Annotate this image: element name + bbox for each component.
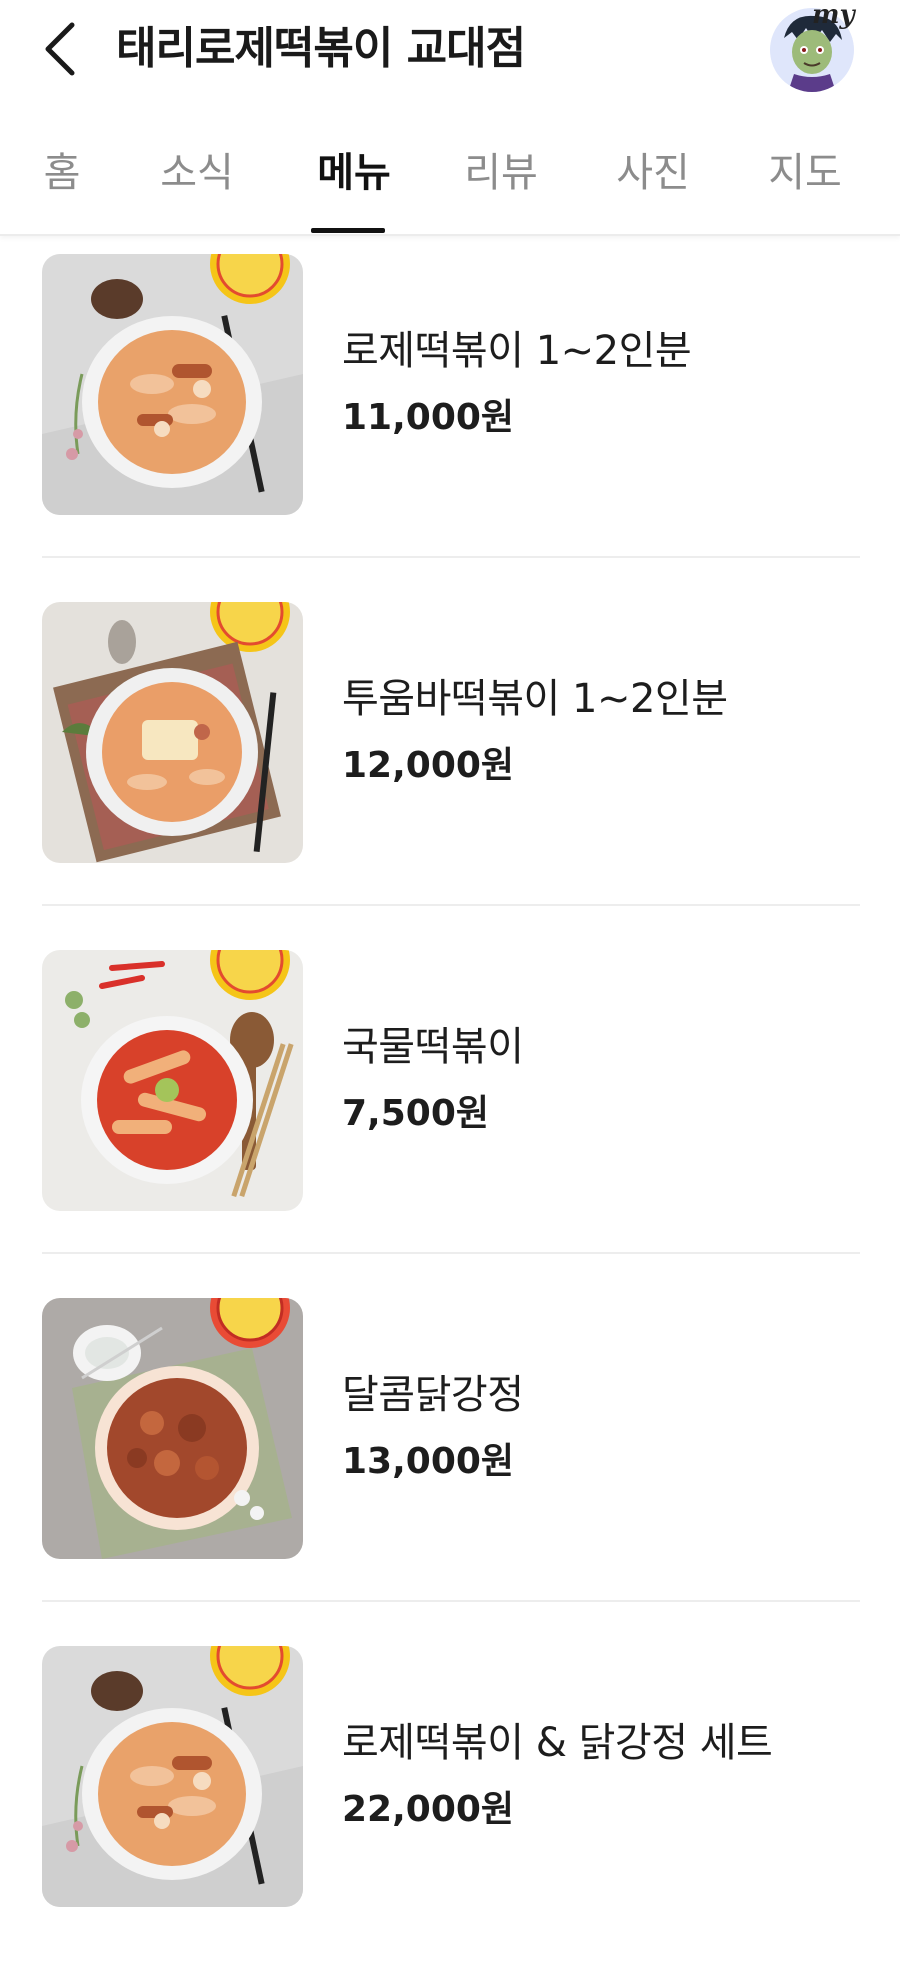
- divider: [42, 556, 860, 558]
- tab-home[interactable]: 홈: [32, 138, 92, 208]
- menu-photo: [42, 1298, 303, 1559]
- menu-photo: [42, 602, 303, 863]
- menu-name: 투움바떡볶이 1~2인분: [342, 676, 728, 722]
- menu-name: 달콤닭강정: [342, 1372, 524, 1418]
- menu-price: 22,000원: [342, 1789, 515, 1830]
- tab-menu[interactable]: 메뉴: [304, 138, 404, 208]
- menu-price: 11,000원: [342, 397, 515, 438]
- tab-photos[interactable]: 사진: [608, 138, 698, 208]
- menu-item[interactable]: 달콤닭강정 13,000원: [0, 1280, 900, 1628]
- tab-bar: 홈 소식 메뉴 리뷰 사진 지도: [0, 120, 900, 236]
- tab-reviews[interactable]: 리뷰: [456, 138, 546, 208]
- tab-news[interactable]: 소식: [152, 138, 242, 208]
- menu-item[interactable]: 국물떡볶이 7,500원: [0, 932, 900, 1280]
- menu-photo: [42, 1646, 303, 1907]
- divider: [42, 1600, 860, 1602]
- back-button[interactable]: [30, 14, 90, 84]
- avatar-badge: my: [812, 0, 855, 30]
- menu-item[interactable]: 투움바떡볶이 1~2인분 12,000원: [0, 584, 900, 932]
- menu-price: 13,000원: [342, 1441, 515, 1482]
- menu-photo: [42, 950, 303, 1211]
- menu-price: 12,000원: [342, 745, 515, 786]
- menu-photo: [42, 254, 303, 515]
- tab-map[interactable]: 지도: [760, 138, 850, 208]
- page-title: 태리로제떡볶이 교대점: [116, 23, 526, 74]
- menu-name: 국물떡볶이: [342, 1024, 524, 1070]
- menu-item[interactable]: 로제떡볶이 1~2인분 11,000원: [0, 236, 900, 584]
- active-tab-indicator: [311, 228, 385, 233]
- chevron-left-icon: [45, 22, 75, 76]
- menu-name: 로제떡볶이 & 닭강정 세트: [342, 1720, 773, 1766]
- divider: [42, 904, 860, 906]
- app-header: 태리로제떡볶이 교대점 my: [0, 0, 900, 100]
- menu-name: 로제떡볶이 1~2인분: [342, 328, 692, 374]
- menu-price: 7,500원: [342, 1093, 489, 1134]
- divider: [42, 1252, 860, 1254]
